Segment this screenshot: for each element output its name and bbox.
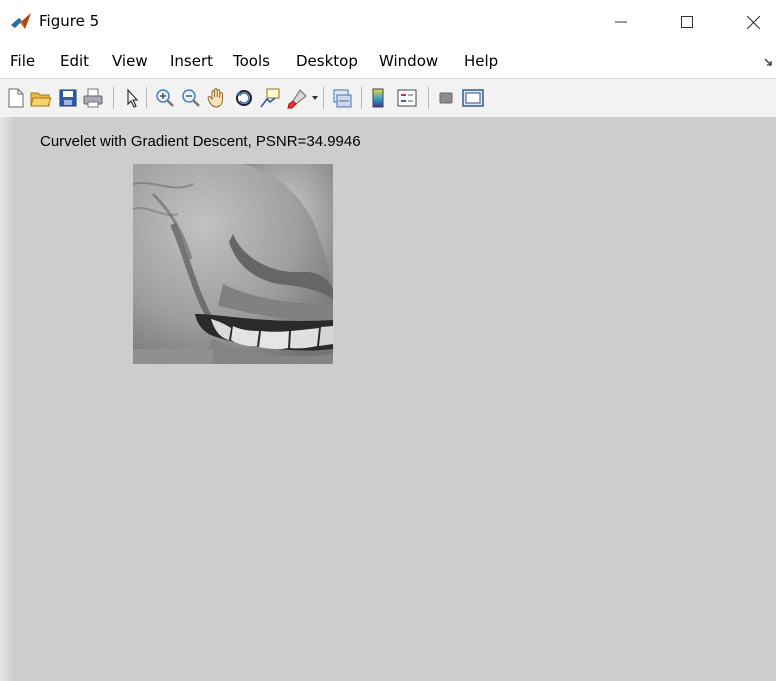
window-title: Figure 5 <box>39 12 100 30</box>
show-plot-tools-icon[interactable] <box>461 87 485 109</box>
menu-bar: File Edit View Insert Tools Desktop Wind… <box>0 48 776 76</box>
close-button[interactable] <box>730 0 776 44</box>
zoom-in-icon[interactable] <box>155 87 175 109</box>
close-icon <box>746 15 760 29</box>
menu-insert[interactable]: Insert <box>170 52 213 70</box>
select-arrow-icon[interactable] <box>123 87 143 109</box>
chevron-down-icon[interactable] <box>312 96 318 100</box>
figure-toolbar <box>0 78 776 118</box>
maximize-button[interactable] <box>664 0 710 44</box>
toolbar-separator <box>361 87 362 109</box>
new-figure-icon[interactable] <box>6 87 26 109</box>
title-bar: Figure 5 <box>0 0 776 44</box>
figure-canvas[interactable]: Curvelet with Gradient Descent, PSNR=34.… <box>0 117 776 681</box>
print-icon[interactable] <box>82 87 104 109</box>
maximize-icon <box>681 16 693 28</box>
image-display[interactable] <box>133 164 333 364</box>
pan-hand-icon[interactable] <box>206 87 228 109</box>
menu-tools[interactable]: Tools <box>233 52 270 70</box>
matlab-logo-icon <box>11 13 31 29</box>
rotate-3d-icon[interactable] <box>233 87 255 109</box>
colorbar-icon[interactable] <box>370 87 386 109</box>
brush-icon[interactable] <box>286 87 310 109</box>
menu-edit[interactable]: Edit <box>60 52 89 70</box>
menu-file[interactable]: File <box>10 52 35 70</box>
toolbar-separator <box>323 87 324 109</box>
toolbar-separator <box>428 87 429 109</box>
zoom-out-icon[interactable] <box>181 87 201 109</box>
menu-window[interactable]: Window <box>379 52 438 70</box>
hide-plot-tools-icon[interactable] <box>437 87 455 109</box>
canvas-edge <box>0 117 14 681</box>
menu-desktop[interactable]: Desktop <box>296 52 358 70</box>
axes-title: Curvelet with Gradient Descent, PSNR=34.… <box>40 133 361 150</box>
save-icon[interactable] <box>58 87 78 109</box>
link-plot-icon[interactable] <box>331 87 353 109</box>
minimize-button[interactable] <box>598 0 644 44</box>
toolbar-separator <box>113 87 114 109</box>
menu-view[interactable]: View <box>112 52 148 70</box>
dock-arrow-icon[interactable] <box>763 57 773 67</box>
open-file-icon[interactable] <box>30 87 52 109</box>
legend-icon[interactable] <box>396 87 418 109</box>
face-closeup-image <box>133 164 333 364</box>
menu-help[interactable]: Help <box>464 52 498 70</box>
toolbar-separator <box>146 87 147 109</box>
minimize-icon <box>615 21 627 23</box>
data-cursor-icon[interactable] <box>259 87 281 109</box>
